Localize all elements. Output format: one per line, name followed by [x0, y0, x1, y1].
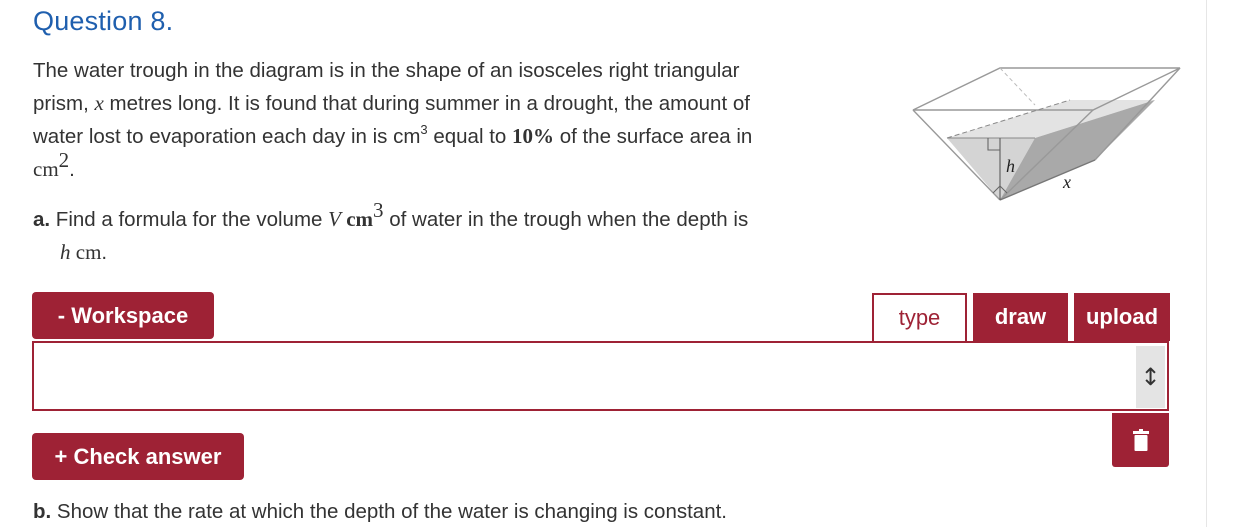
- part-b-label: b.: [33, 500, 52, 523]
- delete-button[interactable]: [1112, 413, 1169, 467]
- tab-draw[interactable]: draw: [973, 293, 1068, 341]
- question-line-1: The water trough in the diagram is in th…: [33, 59, 740, 82]
- question-page: Question 8. The water trough in the diag…: [0, 0, 1233, 527]
- workspace-input-area[interactable]: ↕: [32, 341, 1169, 411]
- back-left-edge: [999, 67, 1036, 106]
- tab-upload[interactable]: upload: [1074, 293, 1170, 341]
- part-a: a. Find a formula for the volume V cm3 o…: [33, 198, 749, 265]
- label-x: x: [1062, 172, 1071, 192]
- workspace-toggle-button[interactable]: - Workspace: [32, 292, 214, 339]
- part-b-text: Show that the rate at which the depth of…: [51, 500, 727, 523]
- vertical-resize-icon[interactable]: ↕: [1136, 346, 1165, 408]
- trash-icon: [1132, 429, 1149, 451]
- unit-cm: cm: [33, 157, 59, 181]
- part-b: b. Show that the rate at which the depth…: [33, 496, 727, 527]
- question-title: Question 8.: [33, 6, 174, 36]
- label-h: h: [1006, 156, 1015, 176]
- math-var-h: h: [60, 240, 71, 264]
- part-a-label: a.: [33, 208, 51, 231]
- trough-diagram: h x: [912, 67, 1181, 201]
- question-text: The water trough in the diagram is in th…: [33, 59, 753, 181]
- page-divider: [1206, 0, 1207, 527]
- check-answer-button[interactable]: + Check answer: [32, 433, 244, 480]
- tab-type[interactable]: type: [872, 293, 967, 341]
- percent-value: 10%: [512, 124, 554, 148]
- math-var-x: x: [94, 91, 104, 115]
- math-var-v: V: [328, 207, 341, 231]
